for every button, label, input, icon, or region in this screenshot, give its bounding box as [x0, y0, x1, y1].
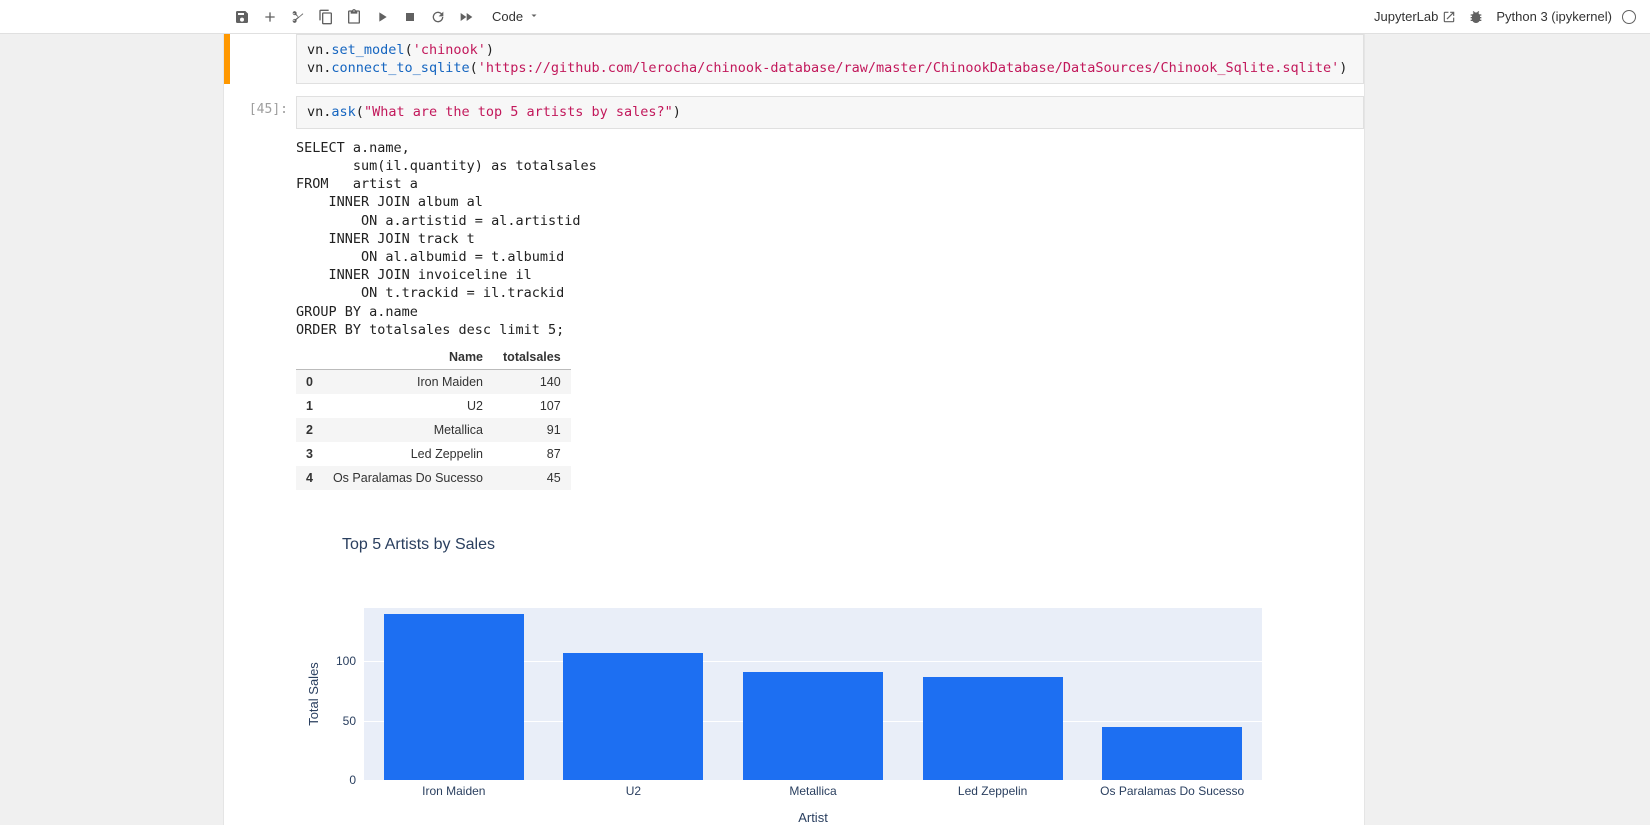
x-axis-title: Artist	[798, 810, 828, 825]
code-cell[interactable]: [45]: vn.ask("What are the top 5 artists…	[224, 96, 1364, 808]
sql-output: SELECT a.name, sum(il.quantity) as total…	[296, 137, 1364, 345]
row-index: 2	[296, 418, 323, 442]
cut-icon[interactable]	[284, 3, 312, 31]
kernel-status-icon[interactable]	[1622, 10, 1636, 24]
chart-bar[interactable]	[1102, 727, 1242, 780]
notebook-content: vn.set_model('chinook') vn.connect_to_sq…	[223, 34, 1365, 825]
bug-icon[interactable]	[1466, 7, 1486, 27]
cell-sales: 87	[493, 442, 571, 466]
copy-icon[interactable]	[312, 3, 340, 31]
code-cell[interactable]: vn.set_model('chinook') vn.connect_to_sq…	[224, 34, 1364, 84]
cell-sales: 140	[493, 370, 571, 395]
y-tick-label: 100	[336, 654, 356, 668]
jupyterlab-label: JupyterLab	[1374, 9, 1438, 24]
cell-name: Metallica	[323, 418, 493, 442]
cell-name: U2	[323, 394, 493, 418]
chart-title: Top 5 Artists by Sales	[296, 536, 1364, 554]
table-corner	[296, 345, 323, 370]
chart-bar[interactable]	[563, 653, 703, 780]
chart-bar[interactable]	[923, 677, 1063, 780]
add-cell-icon[interactable]	[256, 3, 284, 31]
cell-name: Led Zeppelin	[323, 442, 493, 466]
table-row: 1U2107	[296, 394, 571, 418]
cell-type-wrap: Code	[480, 5, 544, 29]
save-icon[interactable]	[228, 3, 256, 31]
x-tick-label: Metallica	[789, 784, 836, 798]
stop-icon[interactable]	[396, 3, 424, 31]
restart-icon[interactable]	[424, 3, 452, 31]
cell-output: SELECT a.name, sum(il.quantity) as total…	[296, 129, 1364, 808]
toolbar-right: JupyterLab Python 3 (ipykernel)	[1374, 7, 1650, 27]
external-link-icon	[1442, 10, 1456, 24]
kernel-name[interactable]: Python 3 (ipykernel)	[1496, 9, 1612, 24]
run-icon[interactable]	[368, 3, 396, 31]
fast-forward-icon[interactable]	[452, 3, 480, 31]
y-tick-label: 50	[343, 714, 356, 728]
table-row: 2Metallica91	[296, 418, 571, 442]
x-ticks: Iron Maiden U2 Metallica Led Zeppelin Os Par…	[364, 784, 1262, 804]
code-input[interactable]: vn.set_model('chinook') vn.connect_to_sq…	[296, 34, 1364, 84]
toolbar-left: Code	[228, 3, 544, 31]
code-input[interactable]: vn.ask("What are the top 5 artists by sa…	[296, 96, 1364, 128]
y-tick-label: 0	[349, 773, 356, 787]
workspace: Code JupyterLab Python 3 (ipykernel) vn.…	[0, 0, 1650, 825]
x-tick-label: Iron Maiden	[422, 784, 485, 798]
toolbar: Code JupyterLab Python 3 (ipykernel)	[0, 0, 1650, 34]
open-jupyterlab-link[interactable]: JupyterLab	[1374, 9, 1456, 24]
cell-name: Iron Maiden	[323, 370, 493, 395]
table-row: 3Led Zeppelin87	[296, 442, 571, 466]
table-row: 0Iron Maiden140	[296, 370, 571, 395]
dataframe-table: Name totalsales 0Iron Maiden1401U21072Me…	[296, 345, 571, 490]
cell-sales: 107	[493, 394, 571, 418]
paste-icon[interactable]	[340, 3, 368, 31]
row-index: 4	[296, 466, 323, 490]
row-index: 3	[296, 442, 323, 466]
col-header: Name	[323, 345, 493, 370]
chart: Top 5 Artists by Sales Total Sales 05010…	[296, 536, 1364, 808]
row-index: 0	[296, 370, 323, 395]
y-ticks: 050100	[296, 608, 356, 780]
cell-prompt: [45]:	[230, 96, 296, 808]
cell-prompt	[230, 34, 296, 84]
x-tick-label: Led Zeppelin	[958, 784, 1027, 798]
chart-bar[interactable]	[384, 614, 524, 780]
gridline	[364, 780, 1262, 781]
chart-bars	[364, 608, 1262, 780]
cell-sales: 91	[493, 418, 571, 442]
cell-sales: 45	[493, 466, 571, 490]
plot-area: Total Sales 050100 Iron MaidenU2Metallic…	[296, 578, 1264, 808]
cell-type-select[interactable]: Code	[486, 5, 544, 29]
x-tick-label: Os Paralamas Do Sucesso	[1100, 784, 1244, 798]
col-header: totalsales	[493, 345, 571, 370]
cell-name: Os Paralamas Do Sucesso	[323, 466, 493, 490]
row-index: 1	[296, 394, 323, 418]
table-row: 4Os Paralamas Do Sucesso45	[296, 466, 571, 490]
x-tick-label: U2	[626, 784, 641, 798]
chart-bar[interactable]	[743, 672, 883, 780]
